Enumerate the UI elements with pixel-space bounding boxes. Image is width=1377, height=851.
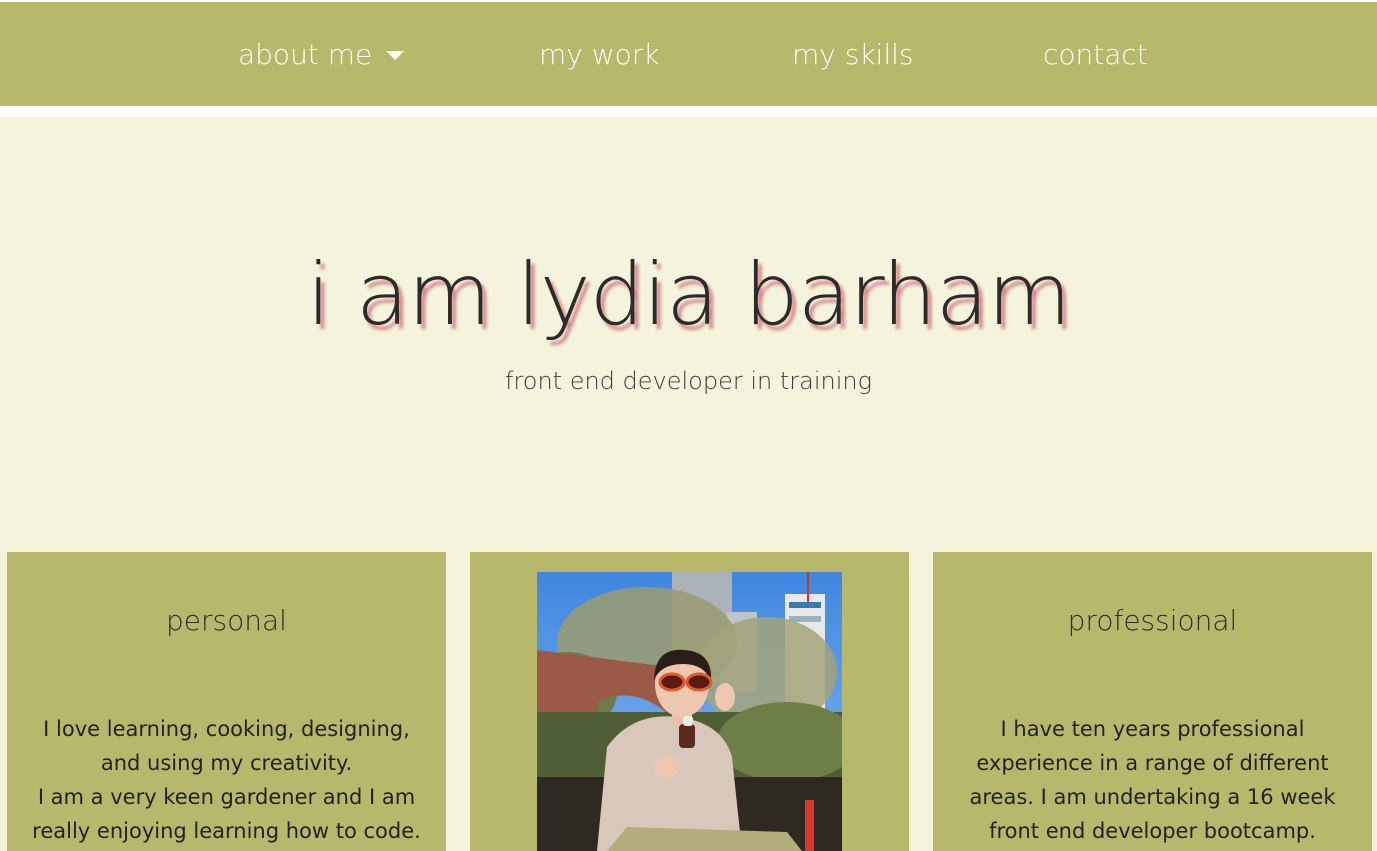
nav-about-me-label: about me (238, 38, 373, 71)
caret-down-icon (386, 51, 405, 60)
professional-card: professional I have ten years profession… (933, 552, 1372, 851)
personal-card: personal I love learning, cooking, desig… (7, 552, 446, 851)
personal-text: I love learning, cooking, designing, and… (25, 712, 428, 848)
nav-my-work-link[interactable]: my work (539, 2, 660, 106)
nav-my-skills-link[interactable]: my skills (792, 2, 913, 106)
hero-title: i am lydia barham (306, 245, 1071, 345)
personal-text-line: I am a very keen gardener and I am reall… (32, 785, 421, 843)
hero-subtitle: front end developer in training (504, 367, 873, 395)
nav-contact-link[interactable]: contact (1043, 2, 1148, 106)
nav-about-me-dropdown[interactable]: about me (238, 2, 405, 106)
professional-heading: professional (1067, 604, 1238, 637)
personal-heading: personal (166, 604, 287, 637)
top-navbar: about me my work my skills contact (0, 2, 1377, 106)
personal-text-line: I love learning, cooking, designing, and… (43, 717, 410, 775)
hero-section: i am lydia barham front end developer in… (0, 117, 1377, 851)
professional-text-line: I have ten years professional experience… (969, 717, 1336, 843)
photo-card (470, 552, 909, 851)
professional-text: I have ten years professional experience… (951, 712, 1354, 848)
portrait-photo (537, 572, 842, 851)
